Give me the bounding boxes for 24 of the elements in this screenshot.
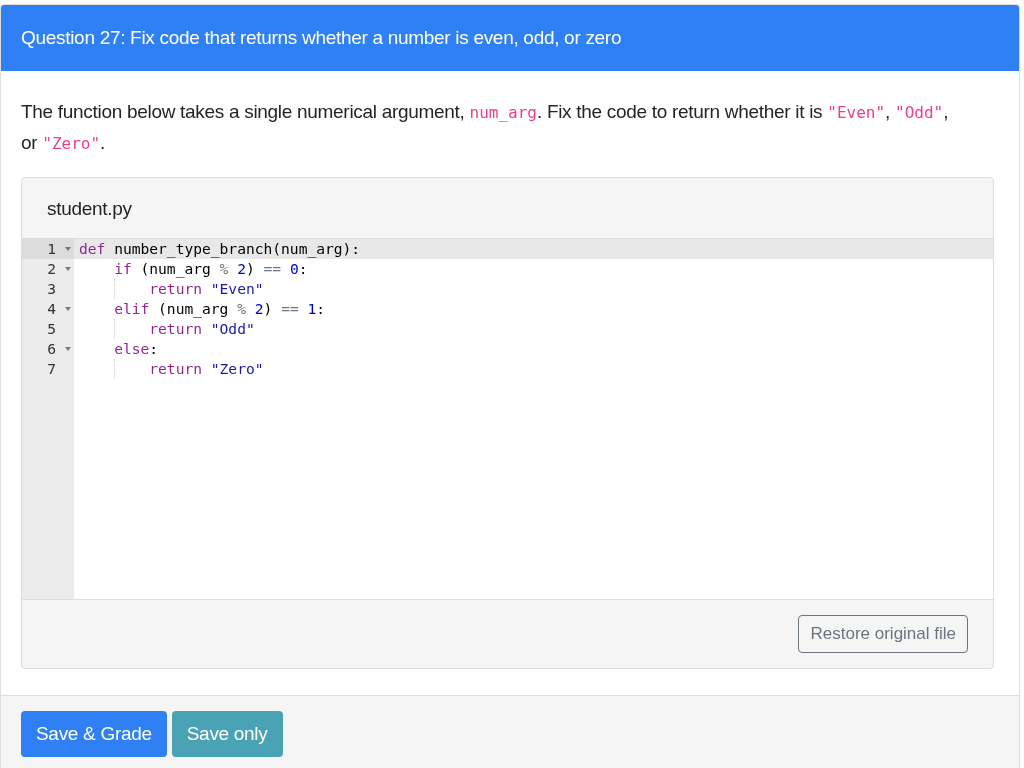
line-number: 4 <box>47 299 56 319</box>
restore-file-button[interactable]: Restore original file <box>798 615 968 653</box>
line-number: 2 <box>47 259 56 279</box>
line-number: 7 <box>47 359 56 379</box>
line-number: 1 <box>47 239 56 259</box>
line-number: 5 <box>47 319 56 339</box>
fold-arrow-icon[interactable] <box>65 347 71 351</box>
question-description: The function below takes a single numerical argument, num_arg. Fix the code to return whether it is "Even", "Odd", or "Zero". <box>21 100 950 155</box>
code-line[interactable]: if (num_arg % 2) == 0: <box>74 259 308 279</box>
line-number: 3 <box>47 279 56 299</box>
code-line[interactable]: return "Zero" <box>74 359 264 379</box>
code-line[interactable]: else: <box>74 339 159 359</box>
code-line[interactable]: return "Even" <box>74 279 264 299</box>
code-line[interactable]: return "Odd" <box>74 319 255 339</box>
save-grade-button[interactable]: Save & Grade <box>21 711 167 757</box>
fold-arrow-icon[interactable] <box>65 267 71 271</box>
code-editor[interactable]: 1 def number_type_branch(num_arg): 2 if (num_arg % 2) == 0: 3 return "Even" 4 elif (num_arg % 2) == 1: 5 return "Odd" 6 else: 7 return "Zero" <box>22 238 993 600</box>
question-title: Question 27: Fix code that returns whether a number is even, odd, or zero <box>1 5 1019 71</box>
code-line[interactable]: def number_type_branch(num_arg): <box>74 239 361 259</box>
code-line[interactable]: elif (num_arg % 2) == 1: <box>74 299 326 319</box>
fold-arrow-icon[interactable] <box>65 307 71 311</box>
fold-arrow-icon[interactable] <box>65 247 71 251</box>
line-number: 6 <box>47 339 56 359</box>
file-name: student.py <box>46 197 133 221</box>
